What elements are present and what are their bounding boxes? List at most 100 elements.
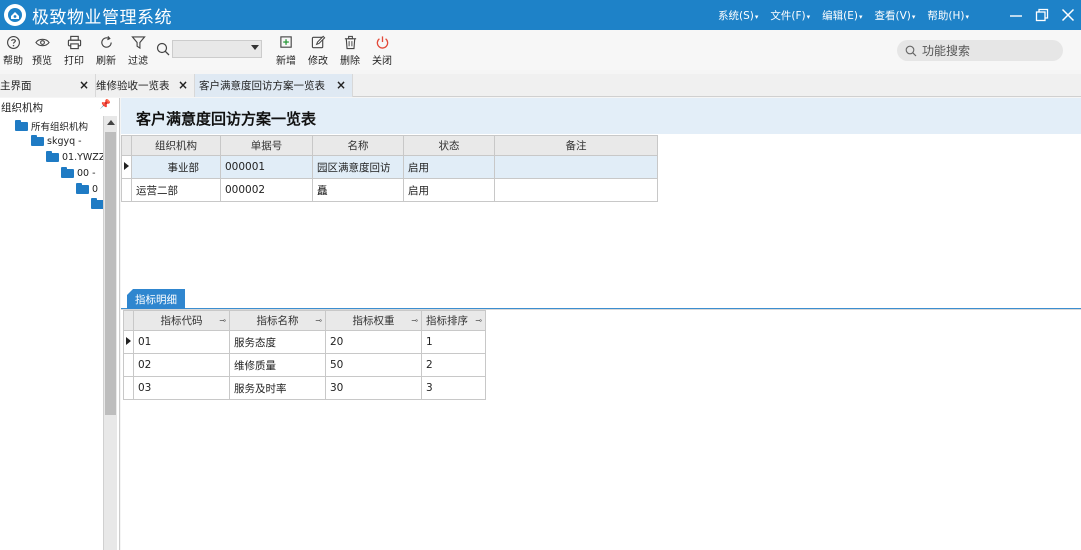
- cell-weight[interactable]: 30: [325, 376, 422, 400]
- search-icon: [156, 42, 170, 56]
- close-window-button[interactable]: [1055, 0, 1081, 30]
- tab-indicator-detail[interactable]: 指标明细: [127, 289, 185, 309]
- cell-doc-no[interactable]: 000001: [220, 155, 313, 179]
- cell-code[interactable]: 01: [133, 330, 230, 354]
- print-button[interactable]: 打印: [58, 30, 90, 70]
- page-header: 客户满意度回访方案一览表: [121, 98, 1081, 134]
- detail-tabstrip: 指标明细: [121, 287, 1081, 309]
- tree-node-skgyq[interactable]: skgyq -: [31, 135, 82, 147]
- cell-order[interactable]: 3: [421, 376, 486, 400]
- edit-icon: [311, 35, 325, 49]
- tab-home[interactable]: 主界面 ×: [0, 74, 96, 97]
- menu-file[interactable]: 文件(F)▾: [770, 8, 810, 23]
- col-header-doc-no[interactable]: 单据号: [220, 135, 313, 156]
- pin-icon[interactable]: ⊸: [475, 316, 482, 325]
- cell-org[interactable]: 运营二部: [131, 178, 221, 202]
- function-search-input[interactable]: 功能搜索: [897, 40, 1063, 61]
- pin-icon[interactable]: ⊸: [411, 316, 418, 325]
- refresh-icon: [100, 36, 112, 48]
- col-header-remark[interactable]: 备注: [494, 135, 658, 156]
- question-icon: [6, 36, 20, 49]
- indicator-table: 指标代码 ⊸ 指标名称 ⊸ 指标权重 ⊸ 指标排序 ⊸ 01 服务态度 20 1 02 …: [123, 310, 486, 400]
- table-row[interactable]: 运营二部 000002 矗 启用: [121, 178, 658, 202]
- table-row[interactable]: 03 服务及时率 30 3: [123, 376, 486, 400]
- tab-satisfaction-plan[interactable]: 客户满意度回访方案一览表 ×: [195, 74, 353, 97]
- col-header-name[interactable]: 名称: [312, 135, 404, 156]
- col-header-code[interactable]: 指标代码 ⊸: [133, 310, 230, 331]
- dropdown-arrow-icon[interactable]: [251, 45, 259, 50]
- org-tree-panel: 组织机构 📌 所有组织机构 skgyq - 01.YWZZ 00 - 0: [0, 98, 120, 550]
- main-content: 客户满意度回访方案一览表 组织机构 单据号 名称 状态 备注 事业部 00000…: [121, 98, 1081, 550]
- cell-order[interactable]: 2: [421, 353, 486, 377]
- quick-search-combo[interactable]: [172, 40, 262, 58]
- folder-icon: [76, 183, 89, 194]
- edit-button[interactable]: 修改: [302, 30, 334, 70]
- restore-button[interactable]: [1029, 0, 1055, 30]
- chevron-down-icon: ▾: [754, 12, 759, 21]
- help-button[interactable]: 帮助: [0, 30, 26, 70]
- col-header-indicator-name[interactable]: 指标名称 ⊸: [229, 310, 326, 331]
- filter-button[interactable]: 过滤: [122, 30, 154, 70]
- menu-view[interactable]: 查看(V)▾: [874, 8, 915, 23]
- add-button[interactable]: 新增: [270, 30, 302, 70]
- toolbar: 帮助 预览 打印 刷新 过滤 新增 修改 删除 关闭 功能搜索: [0, 30, 1081, 70]
- restore-icon: [1035, 8, 1049, 22]
- row-indicator-header: [123, 310, 134, 331]
- row-indicator: [121, 178, 132, 202]
- current-row-icon: [124, 162, 129, 170]
- title-bar: 极致物业管理系统 系统(S)▾ 文件(F)▾ 编辑(E)▾ 查看(V)▾ 帮助(…: [0, 0, 1081, 30]
- cell-doc-no[interactable]: 000002: [220, 178, 313, 202]
- scroll-thumb[interactable]: [105, 132, 116, 415]
- delete-button[interactable]: 删除: [334, 30, 366, 70]
- col-header-order[interactable]: 指标排序 ⊸: [421, 310, 486, 331]
- cell-code[interactable]: 02: [133, 353, 230, 377]
- menu-edit[interactable]: 编辑(E)▾: [822, 8, 862, 23]
- tree-scrollbar[interactable]: [103, 116, 117, 550]
- cell-name[interactable]: 园区满意度回访: [312, 155, 404, 179]
- window-controls: [1003, 0, 1081, 30]
- cell-indicator-name[interactable]: 服务态度: [229, 330, 326, 354]
- cell-order[interactable]: 1: [421, 330, 486, 354]
- cell-code[interactable]: 03: [133, 376, 230, 400]
- col-header-weight[interactable]: 指标权重 ⊸: [325, 310, 422, 331]
- row-indicator-header: [121, 135, 132, 156]
- col-header-org[interactable]: 组织机构: [131, 135, 221, 156]
- cell-remark[interactable]: [494, 155, 658, 179]
- close-icon[interactable]: ×: [178, 78, 188, 92]
- cell-weight[interactable]: 20: [325, 330, 422, 354]
- pin-icon[interactable]: ⊸: [315, 316, 322, 325]
- menu-help[interactable]: 帮助(H)▾: [927, 8, 969, 23]
- row-indicator: [123, 353, 134, 377]
- folder-icon: [31, 135, 44, 146]
- pin-icon[interactable]: ⊸: [219, 316, 226, 325]
- cell-status[interactable]: 启用: [403, 155, 495, 179]
- cell-remark[interactable]: [494, 178, 658, 202]
- close-icon[interactable]: ×: [79, 78, 89, 92]
- tree-node-ywzz[interactable]: 01.YWZZ: [46, 151, 105, 163]
- refresh-button[interactable]: 刷新: [90, 30, 122, 70]
- tree-node-0[interactable]: 0: [76, 183, 98, 195]
- minimize-button[interactable]: [1003, 0, 1029, 30]
- cell-indicator-name[interactable]: 服务及时率: [229, 376, 326, 400]
- pin-icon[interactable]: 📌: [100, 100, 111, 110]
- cell-indicator-name[interactable]: 维修质量: [229, 353, 326, 377]
- tab-repair-acceptance[interactable]: 维修验收一览表 ×: [96, 74, 195, 97]
- preview-button[interactable]: 预览: [26, 30, 58, 70]
- cell-status[interactable]: 启用: [403, 178, 495, 202]
- close-button[interactable]: 关闭: [366, 30, 398, 70]
- tree-node-00[interactable]: 00 -: [61, 167, 96, 179]
- table-row[interactable]: 事业部 000001 园区满意度回访 启用: [121, 155, 658, 179]
- table-row[interactable]: 02 维修质量 50 2: [123, 353, 486, 377]
- minimize-icon: [1010, 15, 1022, 17]
- table-row[interactable]: 01 服务态度 20 1: [123, 330, 486, 354]
- folder-icon: [61, 167, 74, 178]
- menu-system[interactable]: 系统(S)▾: [718, 8, 758, 23]
- col-header-status[interactable]: 状态: [403, 135, 495, 156]
- tree-node-all-orgs[interactable]: 所有组织机构: [15, 119, 88, 133]
- cell-org[interactable]: 事业部: [131, 155, 221, 179]
- cell-weight[interactable]: 50: [325, 353, 422, 377]
- close-icon[interactable]: ×: [336, 78, 346, 92]
- scroll-up-icon[interactable]: [107, 120, 115, 125]
- chevron-down-icon: ▾: [965, 12, 969, 21]
- cell-name[interactable]: 矗: [312, 178, 404, 202]
